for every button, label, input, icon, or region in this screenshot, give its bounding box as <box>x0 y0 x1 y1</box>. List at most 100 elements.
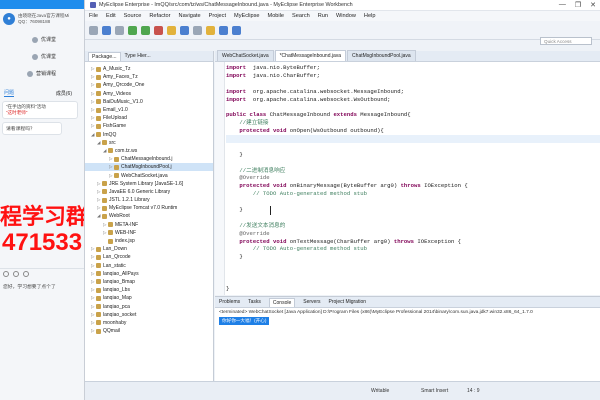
tree-item[interactable]: ▷ JRE System Library [JavaSE-1.6] <box>85 180 213 188</box>
save-icon[interactable] <box>102 25 111 35</box>
tree-item[interactable]: ▷ lanqiao_Lbs <box>85 286 213 294</box>
tree-item[interactable]: ▷ lanqiao_pca <box>85 302 213 310</box>
tree-item[interactable]: ▷ lanqiao_AllPays <box>85 270 213 278</box>
menu-mobile[interactable]: Mobile <box>268 13 284 19</box>
print-icon[interactable] <box>115 25 124 35</box>
code-token: throws <box>393 237 415 245</box>
tab-project-migration[interactable]: Project Migration <box>329 299 367 305</box>
watermark-line2: 471533 <box>2 229 83 256</box>
tree-item[interactable]: ▷ moonhaby <box>85 319 213 327</box>
tab-questions[interactable]: 问题 <box>4 89 15 97</box>
menu-help[interactable]: Help <box>364 13 376 19</box>
tree-item[interactable]: ▷ META-INF <box>85 221 213 229</box>
tab-tasks[interactable]: Tasks <box>248 299 261 305</box>
menu-window[interactable]: Window <box>336 13 356 19</box>
avatar[interactable]: ● <box>3 13 15 25</box>
maximize-button[interactable]: ❐ <box>575 1 581 9</box>
project-folder-icon <box>96 107 101 113</box>
open-folder-icon[interactable] <box>206 25 215 35</box>
tree-item[interactable]: ◢ WebRoot <box>85 212 213 220</box>
editor-tab-webchatsocket[interactable]: WebChatSocket.java <box>217 50 274 61</box>
tree-item[interactable]: ▷ lanqiao_Bmap <box>85 278 213 286</box>
tree-item[interactable]: ▷ lanqiao_Map <box>85 294 213 302</box>
editor-tab-chatmsginboundpool[interactable]: ChatMsgInboundPool.java <box>347 50 416 61</box>
tree-item[interactable]: ▷ MyEclipse Tomcat v7.0 Runtim <box>85 204 213 212</box>
tree-item[interactable]: ▷ A_Music_Tz <box>85 65 213 73</box>
tree-item[interactable]: ◢ ImQQ <box>85 131 213 139</box>
server-icon[interactable] <box>180 25 189 35</box>
tree-item[interactable]: ▷ lanqiao_socket <box>85 311 213 319</box>
project-folder-icon <box>102 213 107 219</box>
tab-console[interactable]: Console <box>268 297 296 307</box>
tree-item[interactable]: ▷ JSTL 1.2.1 Library <box>85 196 213 204</box>
menu-myeclipse[interactable]: MyEclipse <box>234 13 260 19</box>
tree-item-label: FishGame <box>103 123 127 130</box>
code-editor[interactable]: WebChatSocket.java *ChatMessageInbound.j… <box>215 50 600 295</box>
tree-item-label: ChatMsgInboundPool.j <box>121 164 172 171</box>
tree-item[interactable]: ▷ ChatMessageInbound.j <box>85 155 213 163</box>
debug-icon[interactable] <box>128 25 137 35</box>
minimize-button[interactable]: — <box>559 1 566 9</box>
chat-list-item[interactable]: 营销课程 <box>0 65 84 82</box>
menu-refactor[interactable]: Refactor <box>149 13 170 19</box>
tree-item[interactable]: ▷ FileUpload <box>85 114 213 122</box>
tree-item[interactable]: ▷ Lan_Qrcode <box>85 253 213 261</box>
project-folder-icon <box>114 156 119 162</box>
tree-item[interactable]: ▷ Email_v1.0 <box>85 106 213 114</box>
chat-toolbar <box>0 268 84 279</box>
tab-members[interactable]: 成员(6) <box>56 90 72 97</box>
tree-item[interactable]: ▷ QQmail <box>85 327 213 335</box>
chat-list-item[interactable]: 优课堂 <box>0 31 84 48</box>
menu-search[interactable]: Search <box>292 13 310 19</box>
tree-item-label: ImQQ <box>103 131 117 138</box>
tree-item[interactable]: ▷ BaiDuMusic_V1.0 <box>85 98 213 106</box>
tab-type-hierarchy[interactable]: Type Hier... <box>125 53 151 59</box>
editor-tab-chatmessageinbound[interactable]: *ChatMessageInbound.java <box>274 50 347 61</box>
package-icon[interactable] <box>167 25 176 35</box>
tree-item[interactable]: ◢ com.tz.ws <box>85 147 213 155</box>
tab-servers[interactable]: Servers <box>303 299 320 305</box>
forward-icon[interactable] <box>232 25 241 35</box>
search-icon[interactable] <box>193 25 202 35</box>
tree-item[interactable]: ▷ WebChatSocket.java <box>85 171 213 179</box>
tree-item[interactable]: ▷ Lan_Down <box>85 245 213 253</box>
tree-item[interactable]: ▷ FishGame <box>85 122 213 130</box>
stop-icon[interactable] <box>154 25 163 35</box>
close-button[interactable]: ✕ <box>590 1 596 9</box>
menu-navigate[interactable]: Navigate <box>179 13 201 19</box>
tree-item[interactable]: ▷ Amy_Qrcode_One <box>85 81 213 89</box>
menu-project[interactable]: Project <box>209 13 226 19</box>
message-highlight: “这时老师” <box>6 110 28 115</box>
chat-list-item[interactable]: 优课堂 <box>0 48 84 65</box>
tree-item[interactable]: ◢ src <box>85 139 213 147</box>
tree-item[interactable]: index.jsp <box>85 237 213 245</box>
code-token: // TODO Auto-generated method stub <box>226 245 367 253</box>
run-icon[interactable] <box>141 25 150 35</box>
tab-problems[interactable]: Problems <box>219 299 240 305</box>
tab-package-explorer[interactable]: Package... <box>88 51 121 61</box>
tree-item[interactable]: ▷ ChatMsgInboundPool.j <box>85 163 213 172</box>
code-token: } <box>226 253 243 261</box>
image-icon[interactable] <box>13 271 19 277</box>
code-area[interactable]: import java.nio.ByteBuffer; import java.n… <box>226 64 600 293</box>
tree-item-label: com.tz.ws <box>115 147 138 154</box>
chat-input[interactable]: 您好，学习想要了点个了 <box>3 283 56 290</box>
tree-item[interactable]: ▷ Amy_Faces_Tz <box>85 73 213 81</box>
tree-item[interactable]: ▷ Lan_static <box>85 262 213 270</box>
back-icon[interactable] <box>219 25 228 35</box>
code-line: } <box>226 285 600 293</box>
menu-file[interactable]: File <box>89 13 98 19</box>
tree-item[interactable]: ▷ WEB-INF <box>85 229 213 237</box>
new-icon[interactable] <box>89 25 98 35</box>
menu-edit[interactable]: Edit <box>106 13 116 19</box>
quick-access-input[interactable]: Quick Access <box>540 37 592 45</box>
tree-item[interactable]: ▷ JavaEE 6.0 Generic Library <box>85 188 213 196</box>
tree-item-label: lanqiao_Map <box>103 295 132 302</box>
tree-item[interactable]: ▷ Amy_Videos <box>85 90 213 98</box>
file-icon[interactable] <box>23 271 29 277</box>
emoji-icon[interactable] <box>3 271 9 277</box>
menu-source[interactable]: Source <box>124 13 142 19</box>
menu-run[interactable]: Run <box>318 13 328 19</box>
